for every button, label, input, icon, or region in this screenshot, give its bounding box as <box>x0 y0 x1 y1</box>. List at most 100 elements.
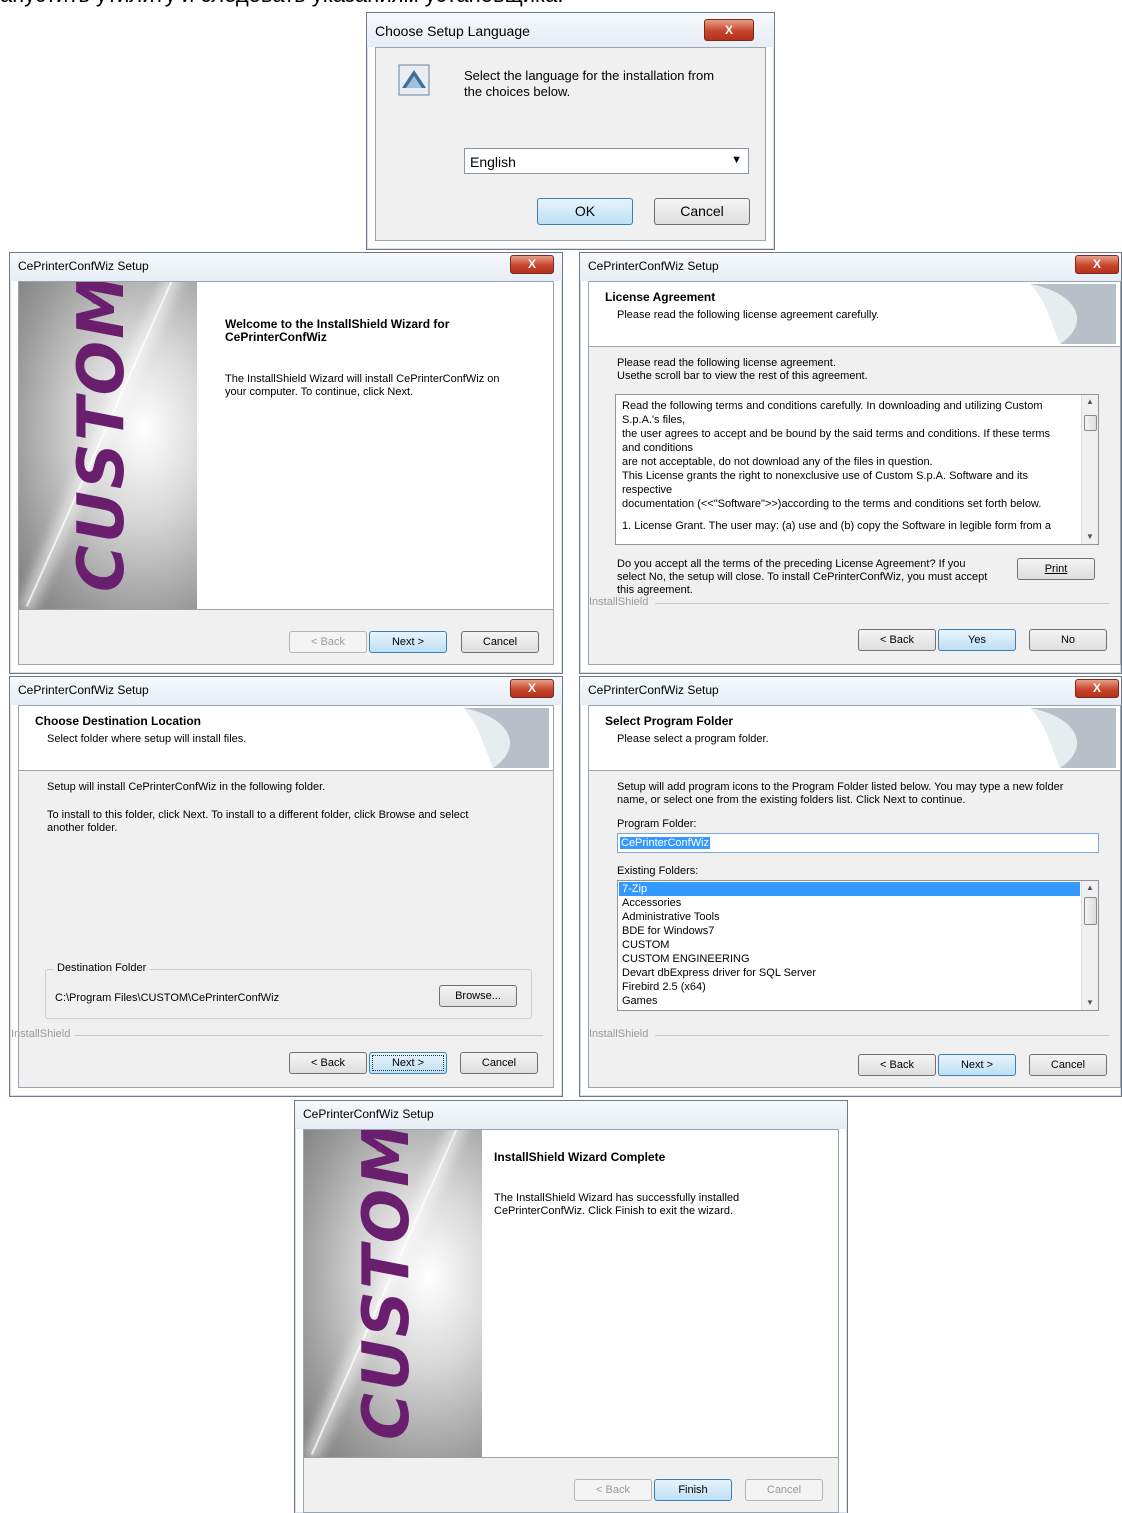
yes-button[interactable]: Yes <box>938 629 1016 651</box>
print-button-label: Print <box>1044 563 1068 575</box>
license-text-line: respective <box>622 484 673 496</box>
complete-title: CePrinterConfWiz Setup <box>303 1107 434 1121</box>
language-select-value: English <box>470 154 516 170</box>
destination-line2: To install to this folder, click Next. T… <box>47 809 469 821</box>
cancel-button[interactable]: Cancel <box>460 1052 538 1074</box>
program-folder-subheading: Please select a program folder. <box>617 733 769 745</box>
program-folder-dialog: CePrinterConfWiz Setup X Select Program … <box>579 676 1122 1097</box>
installshield-label: InstallShield <box>589 596 649 608</box>
welcome-client: CUSTOM ® Welcome to the InstallShield Wi… <box>18 281 554 665</box>
language-prompt-line1: Select the language for the installation… <box>464 68 715 83</box>
list-item[interactable]: 7-Zip <box>619 882 1080 896</box>
list-item[interactable]: Administrative Tools <box>619 910 1080 924</box>
cancel-button[interactable]: Cancel <box>654 198 750 225</box>
program-folder-line2: name, or select one from the existing fo… <box>617 794 966 806</box>
print-button[interactable]: Print <box>1017 558 1095 580</box>
folder-list-items: 7-Zip Accessories Administrative Tools B… <box>619 882 1080 1008</box>
license-scrollbar[interactable]: ▲ ▼ <box>1081 395 1098 544</box>
registered-mark: ® <box>91 296 99 307</box>
existing-folders-list[interactable]: 7-Zip Accessories Administrative Tools B… <box>617 880 1099 1011</box>
cancel-button[interactable]: Cancel <box>745 1479 823 1501</box>
list-item[interactable]: CUSTOM ENGINEERING <box>619 952 1080 966</box>
installshield-divider <box>655 603 1110 604</box>
program-folder-input[interactable]: CePrinterConfWiz <box>617 833 1099 853</box>
license-intro-line2: Usethe scroll bar to view the rest of th… <box>617 370 868 382</box>
browse-button[interactable]: Browse... <box>439 985 517 1007</box>
program-folder-line1: Setup will add program icons to the Prog… <box>617 781 1064 793</box>
welcome-content-pane: CUSTOM ® Welcome to the InstallShield Wi… <box>19 282 553 610</box>
close-button[interactable]: X <box>510 679 554 698</box>
custom-brand-banner: CUSTOM ® <box>304 1130 482 1457</box>
page-curl-graphic <box>1030 708 1116 768</box>
welcome-body-line2: your computer. To continue, click Next. <box>225 386 414 398</box>
back-button[interactable]: < Back <box>858 629 936 651</box>
complete-dialog: CePrinterConfWiz Setup CUSTOM ® InstallS… <box>294 1100 848 1513</box>
registered-mark: ® <box>376 1144 384 1155</box>
license-text-line: This License grants the right to nonexcl… <box>622 470 1028 482</box>
destination-header: Choose Destination Location Select folde… <box>19 706 553 771</box>
back-button[interactable]: < Back <box>289 631 367 653</box>
scroll-thumb[interactable] <box>1084 415 1097 431</box>
license-subheading: Please read the following license agreem… <box>617 309 880 321</box>
complete-client: CUSTOM ® InstallShield Wizard Complete T… <box>303 1129 839 1513</box>
close-button[interactable]: X <box>1075 679 1119 698</box>
program-folder-titlebar: CePrinterConfWiz Setup X <box>580 677 1121 705</box>
list-item[interactable]: Devart dbExpress driver for SQL Server <box>619 966 1080 980</box>
destination-line3: another folder. <box>47 822 118 834</box>
cancel-button[interactable]: Cancel <box>461 631 539 653</box>
license-title: CePrinterConfWiz Setup <box>588 259 719 273</box>
list-item[interactable]: CUSTOM <box>619 938 1080 952</box>
page-curl-graphic <box>463 708 549 768</box>
folders-scrollbar[interactable]: ▲ ▼ <box>1081 881 1098 1010</box>
scroll-up-icon[interactable]: ▲ <box>1082 881 1098 895</box>
complete-heading: InstallShield Wizard Complete <box>494 1150 666 1164</box>
complete-content-pane: CUSTOM ® InstallShield Wizard Complete T… <box>304 1130 838 1458</box>
back-button[interactable]: < Back <box>574 1479 652 1501</box>
license-text-line <box>622 511 1076 519</box>
language-dialog-title: Choose Setup Language <box>375 23 530 39</box>
setup-icon <box>398 64 430 96</box>
custom-brand-banner: CUSTOM ® <box>19 282 197 609</box>
list-item[interactable]: Accessories <box>619 896 1080 910</box>
back-button[interactable]: < Back <box>858 1054 936 1076</box>
next-button[interactable]: Next > <box>369 1052 447 1074</box>
list-item[interactable]: Firebird 2.5 (x64) <box>619 980 1080 994</box>
license-question-line2: select No, the setup will close. To inst… <box>617 571 988 583</box>
page-caption: апустить утилиту и следовать указаниям у… <box>0 0 564 8</box>
destination-path: C:\Program Files\CUSTOM\CePrinterConfWiz <box>55 992 280 1004</box>
license-dialog: CePrinterConfWiz Setup X License Agreeme… <box>579 252 1122 674</box>
scroll-down-icon[interactable]: ▼ <box>1082 530 1098 544</box>
no-button[interactable]: No <box>1029 629 1107 651</box>
next-button[interactable]: Next > <box>369 631 447 653</box>
complete-titlebar: CePrinterConfWiz Setup <box>295 1101 847 1129</box>
destination-dialog: CePrinterConfWiz Setup X Choose Destinat… <box>9 676 563 1097</box>
list-item[interactable]: BDE for Windows7 <box>619 924 1080 938</box>
program-folder-title: CePrinterConfWiz Setup <box>588 683 719 697</box>
license-text-line: the user agrees to accept and be bound b… <box>622 428 1051 440</box>
back-button[interactable]: < Back <box>289 1052 367 1074</box>
license-text-line: Read the following terms and conditions … <box>622 400 1043 412</box>
scroll-up-icon[interactable]: ▲ <box>1082 395 1098 409</box>
close-button[interactable]: X <box>1075 255 1119 274</box>
license-text-box[interactable]: Read the following terms and conditions … <box>615 394 1099 545</box>
welcome-heading-line2: CePrinterConfWiz <box>225 330 327 344</box>
language-select[interactable]: English ▼ <box>464 148 749 174</box>
destination-heading: Choose Destination Location <box>35 714 202 728</box>
destination-line1: Setup will install CePrinterConfWiz in t… <box>47 781 326 793</box>
welcome-body-line1: The InstallShield Wizard will install Ce… <box>225 373 500 385</box>
license-text: Read the following terms and conditions … <box>622 399 1076 533</box>
next-button[interactable]: Next > <box>938 1054 1016 1076</box>
destination-client: Choose Destination Location Select folde… <box>11 705 554 1088</box>
welcome-title: CePrinterConfWiz Setup <box>18 259 149 273</box>
close-button[interactable]: X <box>510 255 554 274</box>
close-button[interactable]: X <box>704 19 754 41</box>
ok-button[interactable]: OK <box>537 198 633 225</box>
list-item[interactable]: Games <box>619 994 1080 1008</box>
finish-button[interactable]: Finish <box>654 1479 732 1501</box>
license-titlebar: CePrinterConfWiz Setup X <box>580 253 1121 281</box>
program-folder-heading: Select Program Folder <box>605 714 734 728</box>
scroll-down-icon[interactable]: ▼ <box>1082 996 1098 1010</box>
scroll-thumb[interactable] <box>1084 897 1097 925</box>
welcome-titlebar: CePrinterConfWiz Setup X <box>10 253 562 281</box>
cancel-button[interactable]: Cancel <box>1029 1054 1107 1076</box>
